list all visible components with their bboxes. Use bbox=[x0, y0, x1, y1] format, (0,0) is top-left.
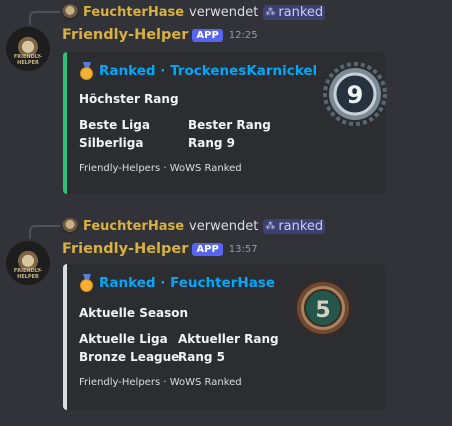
embed-title: Aktuelle Season bbox=[79, 306, 189, 320]
embed-author-text: Ranked · TrockenesKarnickel bbox=[99, 63, 318, 79]
embed-author: Ranked · TrockenesKarnickel bbox=[79, 62, 317, 80]
rank-number: 5 bbox=[315, 298, 330, 323]
medal-icon bbox=[79, 274, 95, 292]
bot-username[interactable]: Friendly-Helper bbox=[62, 27, 188, 43]
embed-author: Ranked · FeuchterHase bbox=[79, 274, 275, 292]
command-grid-icon: ⁂ bbox=[265, 6, 276, 18]
rank-number: 9 bbox=[347, 81, 364, 109]
app-badge: APP bbox=[192, 28, 223, 42]
rank-5-badge-thumbnail[interactable]: 5 bbox=[295, 280, 351, 336]
embed-footer: Friendly-Helpers · WoWS Ranked bbox=[79, 377, 242, 388]
field-name: Aktuelle Liga bbox=[79, 332, 168, 346]
field-value: Rang 9 bbox=[188, 136, 235, 150]
reply-context[interactable]: FeuchterHase verwendet ⁂ ranked bbox=[62, 3, 326, 21]
app-badge: APP bbox=[192, 242, 223, 256]
medal-icon bbox=[79, 62, 95, 80]
field-name: Bester Rang bbox=[188, 118, 271, 132]
embed-title: Höchster Rang bbox=[79, 92, 179, 106]
field-name: Aktueller Rang bbox=[178, 332, 279, 346]
field-value: Silberliga bbox=[79, 136, 144, 150]
avatar-logo-text: FRIENDLY-HELPER bbox=[13, 54, 43, 66]
embed-footer: Friendly-Helpers · WoWS Ranked bbox=[79, 163, 242, 174]
reply-user-avatar[interactable] bbox=[62, 218, 78, 234]
bot-username[interactable]: Friendly-Helper bbox=[62, 241, 188, 257]
reply-verb: verwendet bbox=[189, 218, 259, 234]
field-current-league: Aktuelle Liga Bronze League bbox=[79, 332, 179, 364]
message-header: Friendly-Helper APP 12:25 bbox=[62, 27, 258, 43]
field-current-rank: Aktueller Rang Rang 5 bbox=[178, 332, 279, 364]
slash-command[interactable]: ⁂ ranked bbox=[263, 4, 326, 20]
field-best-league: Beste Liga Silberliga bbox=[79, 118, 150, 150]
reply-verb: verwendet bbox=[189, 4, 259, 20]
command-grid-icon: ⁂ bbox=[265, 220, 276, 232]
bot-avatar[interactable]: FRIENDLY-HELPER bbox=[6, 27, 50, 71]
reply-spine bbox=[29, 225, 60, 239]
rank-9-badge-thumbnail[interactable]: 9 bbox=[323, 62, 387, 126]
slash-command-label: ranked bbox=[278, 4, 324, 20]
reply-username[interactable]: FeuchterHase bbox=[83, 5, 184, 20]
slash-command[interactable]: ⁂ ranked bbox=[263, 218, 326, 234]
message-header: Friendly-Helper APP 13:57 bbox=[62, 241, 258, 257]
field-value: Rang 5 bbox=[178, 350, 225, 364]
field-value: Bronze League bbox=[79, 350, 180, 364]
avatar-logo-text: FRIENDLY-HELPER bbox=[13, 268, 43, 280]
reply-username[interactable]: FeuchterHase bbox=[83, 219, 184, 234]
reply-context[interactable]: FeuchterHase verwendet ⁂ ranked bbox=[62, 217, 326, 235]
field-best-rank: Bester Rang Rang 9 bbox=[188, 118, 271, 150]
reply-spine bbox=[29, 11, 60, 25]
bot-avatar[interactable]: FRIENDLY-HELPER bbox=[6, 241, 50, 285]
embed-author-text: Ranked · FeuchterHase bbox=[99, 275, 276, 291]
slash-command-label: ranked bbox=[278, 218, 324, 234]
field-name: Beste Liga bbox=[79, 118, 150, 132]
rank-embed: Ranked · TrockenesKarnickel Höchster Ran… bbox=[63, 52, 387, 194]
reply-user-avatar[interactable] bbox=[62, 4, 78, 20]
message-timestamp[interactable]: 13:57 bbox=[229, 244, 258, 255]
message-timestamp[interactable]: 12:25 bbox=[229, 30, 258, 41]
rank-embed: Ranked · FeuchterHase Aktuelle Season Ak… bbox=[63, 264, 385, 410]
